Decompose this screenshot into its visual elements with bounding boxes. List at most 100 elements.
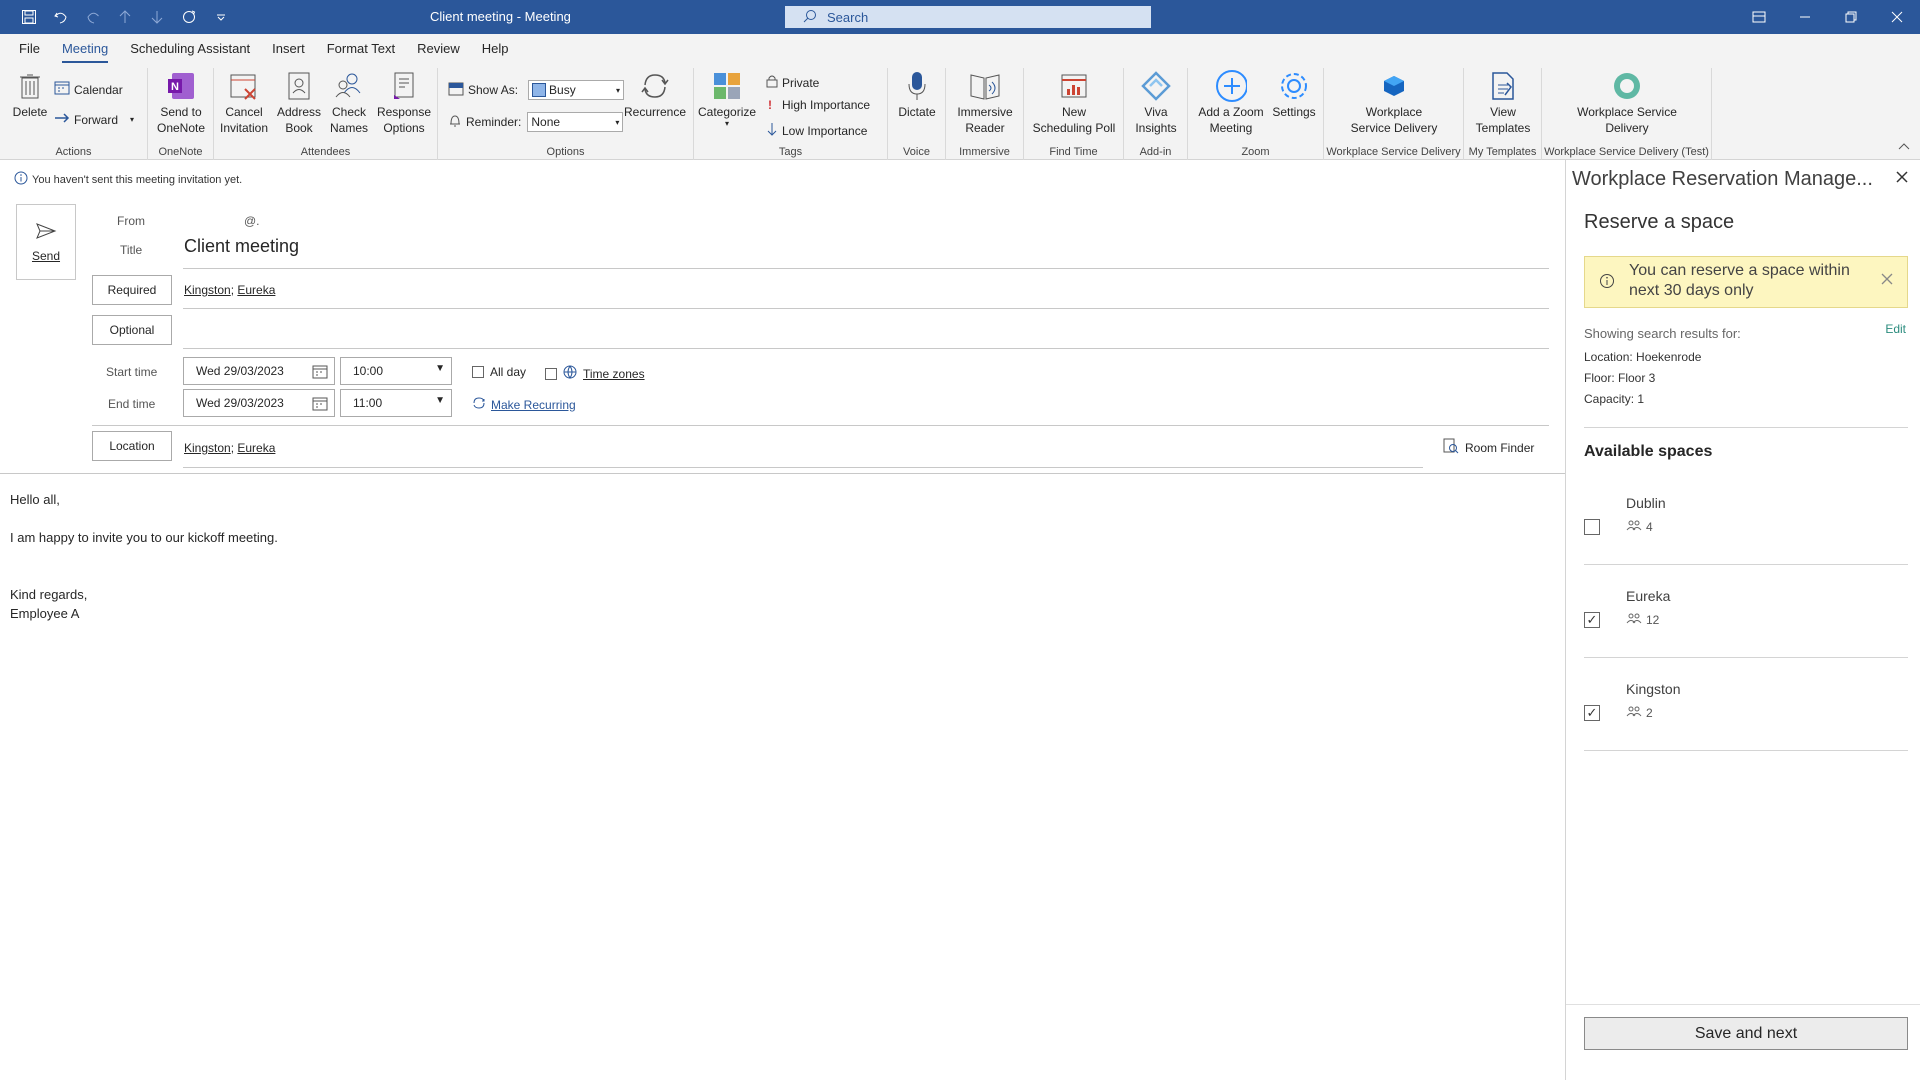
tab-review[interactable]: Review: [406, 34, 471, 64]
group-label-wsd-test: Workplace Service Delivery (Test): [1544, 146, 1709, 158]
recurrence-icon: [472, 396, 486, 413]
recurrence-button[interactable]: Recurrence: [622, 70, 688, 120]
optional-button[interactable]: Optional: [92, 315, 172, 345]
calendar-icon: [54, 80, 70, 99]
from-value[interactable]: @.: [244, 214, 260, 228]
redo-icon[interactable]: [82, 6, 104, 28]
private-button[interactable]: Private: [766, 74, 819, 91]
start-date-picker[interactable]: Wed 29/03/2023: [183, 357, 335, 385]
ribbon: Delete Calendar Forward ▾ Actions N Send…: [0, 64, 1920, 160]
immersive-reader-button[interactable]: Immersive Reader: [954, 70, 1016, 136]
people-icon: [1626, 519, 1642, 534]
check-names-button[interactable]: Check Names: [326, 70, 372, 136]
gear-icon: [1278, 70, 1310, 102]
add-zoom-meeting-button[interactable]: Add a Zoom Meeting: [1196, 70, 1266, 136]
tab-scheduling-assistant[interactable]: Scheduling Assistant: [119, 34, 261, 64]
location-filter: Location: Hoekenrode: [1584, 350, 1702, 364]
end-time-label: End time: [108, 397, 156, 411]
show-as-field: Show As: Busy ▾: [448, 80, 625, 100]
viva-insights-button[interactable]: Viva Insights: [1130, 70, 1182, 136]
group-label-add-in: Add-in: [1139, 146, 1172, 158]
all-day-checkbox[interactable]: All day: [472, 365, 526, 379]
people-icon: [1626, 705, 1642, 720]
customize-qat-icon[interactable]: [210, 6, 232, 28]
ribbon-display-icon[interactable]: [1736, 0, 1782, 34]
view-templates-button[interactable]: View Templates: [1472, 70, 1534, 136]
show-as-dropdown[interactable]: Busy ▾: [528, 80, 625, 100]
time-zones-check: [545, 367, 557, 380]
sync-icon[interactable]: [178, 6, 200, 28]
show-as-icon: [448, 82, 464, 99]
immersive-reader-icon: [969, 70, 1001, 102]
start-time-dropdown[interactable]: 10:00 ▼: [340, 357, 452, 385]
dismiss-warning-icon[interactable]: [1881, 271, 1893, 291]
send-to-onenote-button[interactable]: N Send to OneNote: [154, 70, 208, 136]
body-line: Employee A: [10, 606, 80, 621]
location-button[interactable]: Location: [92, 431, 172, 461]
calendar-icon: [312, 396, 328, 415]
space-name: Eureka: [1626, 588, 1671, 604]
all-day-check: [472, 366, 484, 378]
end-date-picker[interactable]: Wed 29/03/2023: [183, 389, 335, 417]
delete-button[interactable]: Delete: [8, 70, 52, 120]
divider: [1584, 750, 1908, 751]
dictate-button[interactable]: Dictate: [892, 70, 942, 120]
address-book-icon: [283, 70, 315, 102]
space-checkbox-eureka[interactable]: ✓: [1584, 612, 1600, 628]
workplace-service-delivery-button[interactable]: Workplace Service Delivery: [1334, 70, 1454, 136]
arrow-down-icon: [766, 122, 778, 139]
tab-file[interactable]: File: [8, 34, 51, 64]
capacity-filter: Capacity: 1: [1584, 392, 1645, 406]
new-scheduling-poll-button[interactable]: New Scheduling Poll: [1030, 70, 1118, 136]
make-recurring-button[interactable]: Make Recurring: [472, 396, 576, 413]
required-input[interactable]: Kingston; Eureka: [184, 283, 275, 297]
minimize-icon[interactable]: [1782, 0, 1828, 34]
workplace-service-delivery-test-button[interactable]: Workplace Service Delivery: [1562, 70, 1692, 136]
search-box[interactable]: Search: [785, 6, 1151, 28]
pane-close-icon[interactable]: [1896, 170, 1908, 188]
location-input[interactable]: Kingston; Eureka: [184, 441, 275, 455]
restore-icon[interactable]: [1828, 0, 1874, 34]
zoom-settings-button[interactable]: Settings: [1268, 70, 1320, 120]
response-options-button[interactable]: Response Options: [374, 70, 434, 136]
address-book-button[interactable]: Address Book: [276, 70, 322, 136]
calendar-button[interactable]: Calendar: [54, 80, 123, 99]
forward-button[interactable]: Forward ▾: [54, 112, 134, 127]
edit-link[interactable]: Edit: [1885, 322, 1906, 336]
categorize-button[interactable]: Categorize ▾: [698, 70, 756, 128]
send-icon: [35, 222, 57, 243]
required-button[interactable]: Required: [92, 275, 172, 305]
save-and-next-button[interactable]: Save and next: [1584, 1017, 1908, 1050]
low-importance-button[interactable]: Low Importance: [766, 122, 867, 139]
tab-help[interactable]: Help: [471, 34, 520, 64]
search-icon: [803, 9, 817, 26]
tab-insert[interactable]: Insert: [261, 34, 316, 64]
space-checkbox-dublin[interactable]: [1584, 519, 1600, 535]
time-zones-checkbox[interactable]: Time zones: [545, 365, 645, 382]
end-time-dropdown[interactable]: 11:00 ▼: [340, 389, 452, 417]
high-importance-button[interactable]: ! High Importance: [768, 98, 870, 112]
reminder-dropdown[interactable]: None ▾: [527, 112, 624, 132]
group-actions: Delete Calendar Forward ▾ Actions: [0, 68, 148, 160]
lock-icon: [766, 74, 778, 91]
collapse-ribbon-icon[interactable]: [1898, 137, 1910, 155]
chevron-down-icon: ▾: [130, 115, 135, 124]
group-label-my-templates: My Templates: [1468, 146, 1537, 158]
space-checkbox-kingston[interactable]: ✓: [1584, 705, 1600, 721]
group-my-templates: View Templates My Templates: [1464, 68, 1542, 160]
room-finder-button[interactable]: Room Finder: [1443, 438, 1534, 457]
info-icon: [1599, 273, 1615, 295]
title-input[interactable]: Client meeting: [184, 236, 299, 257]
viva-insights-icon: [1140, 70, 1172, 102]
body-divider: [0, 473, 1565, 474]
close-icon[interactable]: [1874, 0, 1920, 34]
location-underline: [183, 467, 1423, 468]
send-button[interactable]: Send: [16, 204, 76, 280]
next-item-icon[interactable]: [146, 6, 168, 28]
undo-icon[interactable]: [50, 6, 72, 28]
save-icon[interactable]: [18, 6, 40, 28]
tab-format-text[interactable]: Format Text: [316, 34, 406, 64]
tab-meeting[interactable]: Meeting: [51, 34, 119, 64]
cancel-invitation-button[interactable]: Cancel Invitation: [218, 70, 270, 136]
previous-item-icon[interactable]: [114, 6, 136, 28]
